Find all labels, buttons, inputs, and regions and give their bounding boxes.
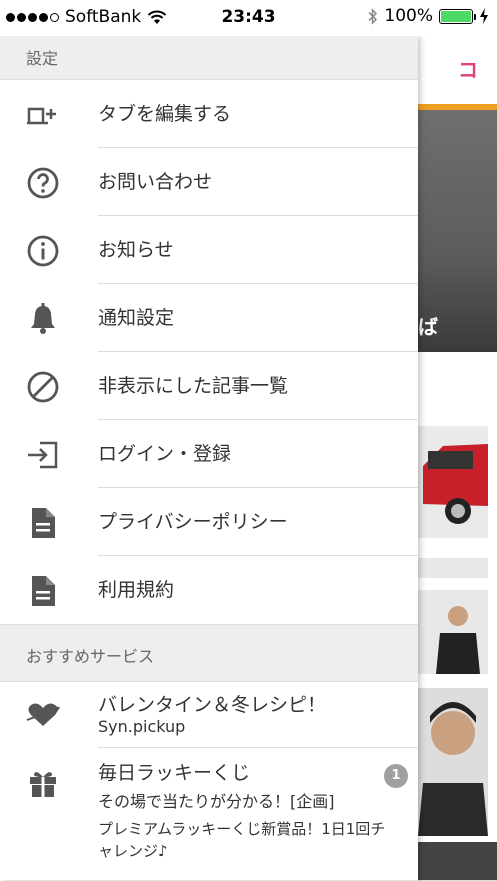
person-thumbnail <box>418 688 488 836</box>
menu-item-hidden-articles[interactable]: 非表示にした記事一覧 <box>0 352 418 420</box>
background-row <box>418 352 497 413</box>
notification-badge: 1 <box>384 764 408 788</box>
service-subtitle: その場で当たりが分かる！[企画] <box>98 792 335 811</box>
settings-section-header: 設定 <box>0 36 418 80</box>
menu-item-label: ログイン・登録 <box>98 443 232 465</box>
background-article <box>418 412 497 553</box>
service-item-lucky-lottery[interactable]: 毎日ラッキーくじ その場で当たりが分かる！[企画] プレミアムラッキーくじ新賞品… <box>0 748 418 870</box>
menu-item-label: お知らせ <box>98 239 174 261</box>
status-bar: SoftBank 23:43 100% <box>0 0 497 36</box>
status-right: 100% <box>368 6 489 26</box>
gift-icon <box>26 766 60 800</box>
menu-item-notification-settings[interactable]: 通知設定 <box>0 284 418 352</box>
menu-item-label: プライバシーポリシー <box>98 511 288 533</box>
menu-item-privacy-policy[interactable]: プライバシーポリシー <box>0 488 418 556</box>
menu-item-terms[interactable]: 利用規約 <box>0 556 418 624</box>
service-description: ャレンジ♪ <box>98 842 168 860</box>
side-drawer: 設定 タブを編集する お問い合わせ お知らせ 通知設定 非表示にした記事一覧 ロ… <box>0 36 418 880</box>
info-circle-icon <box>26 234 60 268</box>
background-article <box>418 842 497 881</box>
bell-icon <box>26 302 60 336</box>
battery-icon <box>439 8 476 24</box>
heart-arrow-icon <box>26 698 60 732</box>
charging-icon <box>480 8 488 24</box>
menu-item-label: 利用規約 <box>98 579 175 601</box>
bluetooth-icon <box>368 7 378 25</box>
service-item-valentine[interactable]: バレンタイン＆冬レシピ！ Syn.pickup <box>0 682 418 748</box>
background-article <box>418 684 497 843</box>
menu-item-label: お問い合わせ <box>98 171 213 193</box>
news-thumbnail <box>418 558 488 674</box>
service-title: バレンタイン＆冬レシピ！ <box>98 694 327 716</box>
car-thumbnail <box>418 426 488 538</box>
background-video: ば <box>418 110 497 352</box>
battery-percent: 100% <box>384 6 433 26</box>
services-section-header: おすすめサービス <box>0 624 418 682</box>
background-tab-title: コラ <box>418 36 497 150</box>
service-title: 毎日ラッキーくじ <box>98 762 251 784</box>
service-description: プレミアムラッキーくじ新賞品！1日1回チ <box>98 820 386 838</box>
background-article <box>418 552 497 685</box>
menu-item-label: 非表示にした記事一覧 <box>98 375 289 397</box>
menu-item-news[interactable]: お知らせ <box>0 216 418 284</box>
menu-item-label: 通知設定 <box>98 307 175 329</box>
menu-item-label: タブを編集する <box>98 103 232 125</box>
login-icon <box>26 438 60 472</box>
video-caption: ば <box>418 315 438 339</box>
tab-add-icon <box>26 98 60 132</box>
menu-item-contact[interactable]: お問い合わせ <box>0 148 418 216</box>
block-icon <box>26 370 60 404</box>
service-subtitle: Syn.pickup <box>98 717 186 736</box>
help-circle-icon <box>26 166 60 200</box>
menu-item-edit-tabs[interactable]: タブを編集する <box>0 80 418 148</box>
background-app: コラ ば <box>418 36 497 881</box>
menu-item-login[interactable]: ログイン・登録 <box>0 420 418 488</box>
document-icon <box>26 506 60 540</box>
document-icon <box>26 574 60 608</box>
